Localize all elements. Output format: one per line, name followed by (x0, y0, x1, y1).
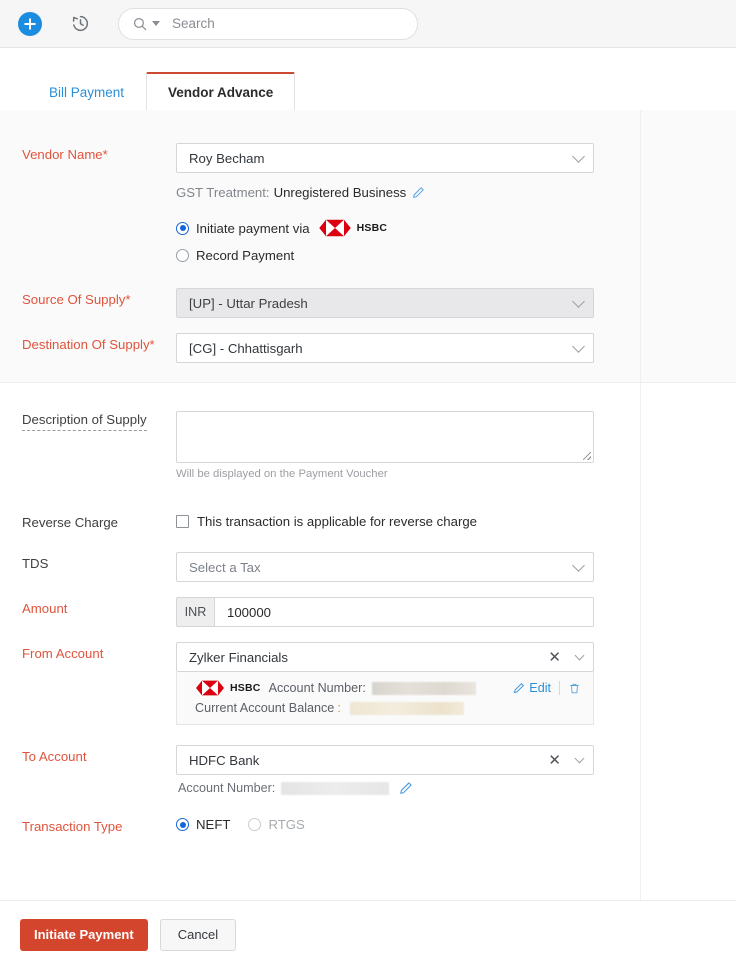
tab-strip: Bill Payment Vendor Advance (0, 48, 736, 110)
transaction-type-neft-label: NEFT (196, 817, 230, 832)
field-row-description-of-supply: Description of Supply Will be displayed … (0, 411, 594, 480)
chevron-down-icon (572, 150, 585, 163)
hsbc-hexagon-icon (195, 680, 225, 696)
form-footer: Initiate Payment Cancel (0, 900, 736, 968)
hsbc-logo: HSBC (318, 219, 388, 237)
field-row-transaction-type: Transaction Type NEFT RTGS (0, 815, 305, 835)
source-of-supply-select[interactable]: [UP] - Uttar Pradesh (176, 288, 594, 318)
payment-mode-initiate-option[interactable]: Initiate payment via HSBC (176, 219, 594, 237)
field-row-amount: Amount INR 100000 (0, 597, 594, 627)
amount-input[interactable]: 100000 (214, 597, 594, 627)
tds-label: TDS (0, 552, 176, 572)
hsbc-wordmark: HSBC (357, 222, 388, 234)
to-account-label: To Account (0, 745, 176, 765)
chevron-down-icon (572, 295, 585, 308)
transaction-type-rtgs-label: RTGS (268, 817, 304, 832)
radio-initiate-payment[interactable] (176, 222, 189, 235)
action-divider (559, 681, 560, 695)
destination-of-supply-value: [CG] - Chhattisgarh (189, 341, 568, 356)
to-account-edit-pencil-icon[interactable] (399, 781, 413, 795)
balance-separator: : (337, 701, 341, 715)
search-bar[interactable]: Search (118, 8, 418, 40)
search-scope-caret-down-icon[interactable] (152, 21, 160, 26)
from-account-edit-label: Edit (529, 681, 551, 695)
field-row-to-account: To Account HDFC Bank ✕ Account Number: (0, 745, 594, 795)
hsbc-hexagon-icon (318, 219, 352, 237)
top-toolbar: Search (0, 0, 736, 48)
tds-placeholder: Select a Tax (189, 560, 568, 575)
destination-of-supply-label: Destination Of Supply* (0, 333, 176, 353)
description-of-supply-textarea[interactable] (176, 411, 594, 463)
hsbc-wordmark: HSBC (230, 682, 261, 694)
vendor-name-value: Roy Becham (189, 151, 568, 166)
chevron-down-icon (572, 340, 585, 353)
from-account-delete-trash-icon[interactable] (568, 682, 581, 695)
payment-mode-record-option[interactable]: Record Payment (176, 248, 594, 263)
transaction-type-label: Transaction Type (0, 815, 176, 835)
recent-history-button[interactable] (68, 12, 92, 36)
cancel-button[interactable]: Cancel (160, 919, 236, 951)
to-account-value: HDFC Bank (189, 753, 548, 768)
amount-input-group: INR 100000 (176, 597, 594, 627)
right-rail (640, 110, 736, 900)
reverse-charge-checkbox[interactable] (176, 515, 189, 528)
from-account-edit-button[interactable]: Edit (513, 681, 551, 695)
from-account-balance-label: Current Account Balance (195, 701, 334, 715)
gst-treatment-edit-pencil-icon[interactable] (412, 186, 425, 199)
field-row-tds: TDS Select a Tax (0, 552, 594, 582)
search-input[interactable]: Search (172, 16, 215, 31)
plus-icon (23, 17, 37, 31)
from-account-balance-value-redacted (350, 702, 464, 715)
to-account-number-label: Account Number: (178, 781, 275, 795)
initiate-payment-button[interactable]: Initiate Payment (20, 919, 148, 951)
tds-select[interactable]: Select a Tax (176, 552, 594, 582)
radio-record-payment[interactable] (176, 249, 189, 262)
chevron-down-icon (572, 559, 585, 572)
amount-label: Amount (0, 597, 176, 617)
field-row-vendor-name: Vendor Name* Roy Becham GST Treatment: U… (0, 143, 594, 263)
hsbc-logo: HSBC (195, 680, 261, 696)
gst-treatment-line: GST Treatment: Unregistered Business (176, 185, 594, 200)
chevron-down-icon (575, 753, 585, 763)
gst-treatment-label: GST Treatment: (176, 185, 270, 200)
from-account-select[interactable]: Zylker Financials ✕ (176, 642, 594, 672)
to-account-clear-close-icon[interactable]: ✕ (548, 753, 561, 768)
field-row-destination-of-supply: Destination Of Supply* [CG] - Chhattisga… (0, 333, 594, 363)
from-account-number-label: Account Number: (269, 681, 366, 695)
radio-rtgs[interactable] (248, 818, 261, 831)
from-account-details-card: HSBC Account Number: Edit (176, 672, 594, 725)
vendor-name-select[interactable]: Roy Becham (176, 143, 594, 173)
description-of-supply-label: Description of Supply (22, 412, 147, 431)
add-new-button[interactable] (18, 12, 42, 36)
amount-currency-prefix: INR (176, 597, 214, 627)
reverse-charge-checkbox-label: This transaction is applicable for rever… (197, 514, 477, 529)
from-account-value: Zylker Financials (189, 650, 548, 665)
from-account-label: From Account (0, 642, 176, 662)
to-account-number-value-redacted (281, 782, 389, 795)
to-account-number-line: Account Number: (178, 781, 594, 795)
chevron-down-icon (575, 650, 585, 660)
search-icon (133, 17, 147, 31)
record-payment-label: Record Payment (196, 248, 294, 263)
initiate-payment-label: Initiate payment via (196, 221, 310, 236)
tab-vendor-advance[interactable]: Vendor Advance (146, 72, 295, 111)
gst-treatment-value: Unregistered Business (274, 185, 407, 200)
from-account-clear-close-icon[interactable]: ✕ (548, 650, 561, 665)
field-row-reverse-charge: Reverse Charge This transaction is appli… (0, 511, 477, 531)
clock-history-icon (70, 13, 91, 34)
reverse-charge-label: Reverse Charge (0, 511, 176, 531)
vendor-name-label: Vendor Name* (0, 143, 176, 163)
field-row-source-of-supply: Source Of Supply* [UP] - Uttar Pradesh (0, 288, 594, 318)
from-account-number-value-redacted (372, 682, 476, 695)
source-of-supply-value: [UP] - Uttar Pradesh (189, 296, 568, 311)
tab-bill-payment[interactable]: Bill Payment (27, 72, 146, 111)
field-row-from-account: From Account Zylker Financials ✕ HSBC (0, 642, 594, 725)
to-account-select[interactable]: HDFC Bank ✕ (176, 745, 594, 775)
pencil-icon (513, 682, 525, 694)
description-of-supply-hint: Will be displayed on the Payment Voucher (176, 468, 594, 480)
source-of-supply-label: Source Of Supply* (0, 288, 176, 308)
vendor-advance-page: Search Bill Payment Vendor Advance Vendo… (0, 0, 736, 968)
destination-of-supply-select[interactable]: [CG] - Chhattisgarh (176, 333, 594, 363)
radio-neft[interactable] (176, 818, 189, 831)
